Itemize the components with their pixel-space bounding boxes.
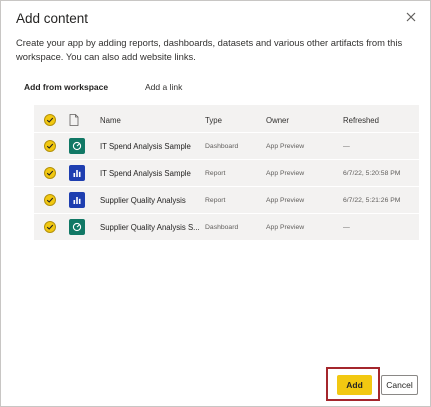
column-refreshed[interactable]: Refreshed — [343, 108, 379, 132]
add-button[interactable]: Add — [337, 375, 372, 395]
report-icon — [69, 165, 85, 181]
dialog-description: Create your app by adding reports, dashb… — [16, 37, 403, 62]
file-type-icon — [69, 108, 85, 132]
artifact-owner: App Preview — [266, 142, 305, 150]
table-row[interactable]: IT Spend Analysis Sample Dashboard App P… — [34, 132, 419, 159]
artifact-type: Report — [205, 196, 226, 204]
artifact-owner: App Preview — [266, 223, 305, 231]
artifact-type: Report — [205, 169, 226, 177]
artifact-refreshed: — — [343, 223, 350, 231]
select-all-checkbox[interactable] — [44, 108, 60, 132]
artifact-refreshed: 6/7/22, 5:20:58 PM — [343, 169, 401, 177]
column-name[interactable]: Name — [100, 108, 121, 132]
row-checkbox[interactable] — [44, 187, 60, 213]
check-icon — [44, 167, 56, 179]
row-checkbox[interactable] — [44, 160, 60, 186]
check-icon — [44, 140, 56, 152]
column-type[interactable]: Type — [205, 108, 222, 132]
tab-add-from-workspace[interactable]: Add from workspace — [24, 82, 108, 92]
table-row[interactable]: Supplier Quality Analysis S... Dashboard… — [34, 213, 419, 240]
artifact-owner: App Preview — [266, 169, 305, 177]
artifact-type: Dashboard — [205, 142, 239, 150]
artifact-type: Dashboard — [205, 223, 239, 231]
dialog-title: Add content — [16, 11, 89, 26]
check-icon — [44, 221, 56, 233]
table-row[interactable]: IT Spend Analysis Sample Report App Prev… — [34, 159, 419, 186]
artifact-name: IT Spend Analysis Sample — [100, 168, 191, 178]
artifact-refreshed: 6/7/22, 5:21:26 PM — [343, 196, 401, 204]
column-owner[interactable]: Owner — [266, 108, 289, 132]
report-icon — [69, 192, 85, 208]
close-icon[interactable] — [405, 11, 417, 23]
artifact-name: Supplier Quality Analysis S... — [100, 222, 200, 232]
dashboard-icon — [69, 219, 85, 235]
add-content-dialog: Add content Create your app by adding re… — [0, 0, 431, 407]
artifact-refreshed: — — [343, 142, 350, 150]
row-checkbox[interactable] — [44, 214, 60, 240]
check-icon — [44, 114, 56, 126]
table-row[interactable]: Supplier Quality Analysis Report App Pre… — [34, 186, 419, 213]
table-header: Name Type Owner Refreshed — [34, 108, 419, 132]
artifact-name: Supplier Quality Analysis — [100, 195, 186, 205]
artifact-name: IT Spend Analysis Sample — [100, 141, 191, 151]
artifact-owner: App Preview — [266, 196, 305, 204]
tab-add-a-link[interactable]: Add a link — [145, 82, 182, 92]
row-checkbox[interactable] — [44, 133, 60, 159]
dashboard-icon — [69, 138, 85, 154]
cancel-button[interactable]: Cancel — [381, 375, 418, 395]
artifact-table: Name Type Owner Refreshed IT Spend Analy… — [34, 105, 419, 240]
check-icon — [44, 194, 56, 206]
